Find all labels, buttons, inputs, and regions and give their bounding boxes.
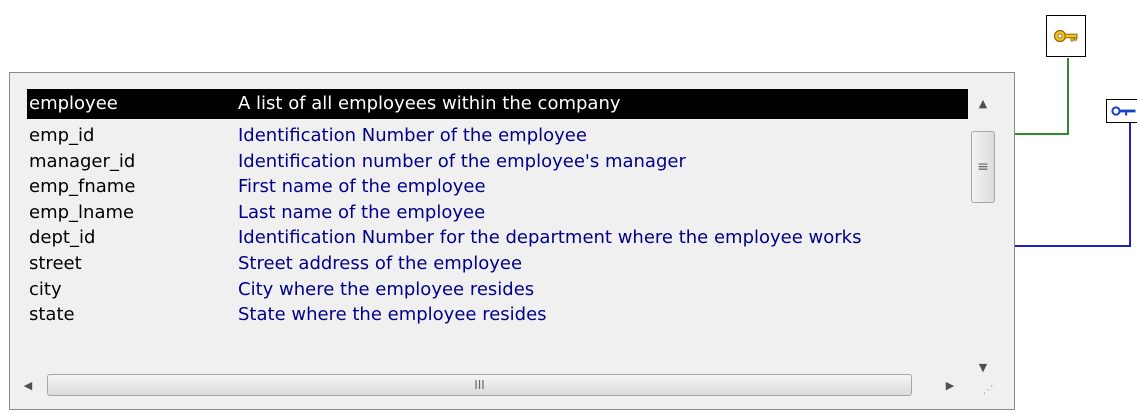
column-row-emp-fname[interactable]: emp_fname First name of the employee xyxy=(27,176,967,202)
column-name: emp_id xyxy=(29,125,95,146)
primary-key-box[interactable] xyxy=(1046,15,1086,57)
column-description: Identification Number for the department… xyxy=(238,227,862,249)
resize-grip-icon[interactable]: ⋰ xyxy=(978,383,998,401)
column-description: Last name of the employee xyxy=(238,201,486,223)
column-description: Street address of the employee xyxy=(238,252,523,274)
column-list: emp_id Identification Number of the empl… xyxy=(27,125,967,361)
column-row-street[interactable]: street Street address of the employee xyxy=(27,253,967,279)
horizontal-scroll-thumb[interactable]: III xyxy=(47,374,912,396)
table-name: employee xyxy=(29,93,118,114)
column-row-city[interactable]: city City where the employee resides xyxy=(27,279,967,305)
thumb-grip-icon: III xyxy=(474,378,485,392)
scroll-left-button[interactable]: ◀ xyxy=(14,371,42,399)
column-name: street xyxy=(29,252,82,274)
column-row-emp-lname[interactable]: emp_lname Last name of the employee xyxy=(27,202,967,228)
column-row-state[interactable]: state State where the employee resides xyxy=(27,304,967,330)
table-description: A list of all employees within the compa… xyxy=(238,93,621,114)
thumb-grip-icon: ≡ xyxy=(977,159,989,175)
column-name: dept_id xyxy=(29,227,96,249)
primary-key-icon xyxy=(1053,29,1078,43)
triangle-right-icon: ▶ xyxy=(945,378,955,392)
vertical-scrollbar[interactable]: ▲ ≡ ▼ xyxy=(968,89,998,383)
column-name: manager_id xyxy=(29,150,136,172)
triangle-left-icon: ◀ xyxy=(23,378,33,392)
column-name: state xyxy=(29,304,75,326)
column-description: Identification Number of the employee xyxy=(238,125,587,146)
vertical-scroll-thumb[interactable]: ≡ xyxy=(971,131,995,203)
column-description: First name of the employee xyxy=(238,176,486,198)
horizontal-scrollbar[interactable]: ◀ III ▶ xyxy=(10,371,968,399)
column-row-manager-id[interactable]: manager_id Identification number of the … xyxy=(27,151,967,177)
column-name: emp_fname xyxy=(29,176,136,198)
foreign-key-icon xyxy=(1111,106,1136,116)
scroll-down-button[interactable]: ▼ xyxy=(968,355,998,379)
primary-key-connector xyxy=(1015,58,1069,135)
column-name: city xyxy=(29,278,62,300)
triangle-up-icon: ▲ xyxy=(978,96,988,110)
table-panel: employee A list of all employees within … xyxy=(9,72,1015,410)
column-row-dept-id[interactable]: dept_id Identification Number for the de… xyxy=(27,227,967,253)
column-description: State where the employee resides xyxy=(238,304,547,326)
column-name: emp_lname xyxy=(29,201,135,223)
scroll-up-button[interactable]: ▲ xyxy=(968,91,998,115)
column-description: City where the employee resides xyxy=(238,278,535,300)
triangle-down-icon: ▼ xyxy=(978,360,988,374)
column-row-emp-id[interactable]: emp_id Identification Number of the empl… xyxy=(27,125,967,151)
foreign-key-box[interactable] xyxy=(1106,99,1137,123)
column-description: Identification number of the employee's … xyxy=(238,150,686,172)
scroll-right-button[interactable]: ▶ xyxy=(936,371,964,399)
table-header-row[interactable]: employee A list of all employees within … xyxy=(27,89,968,119)
